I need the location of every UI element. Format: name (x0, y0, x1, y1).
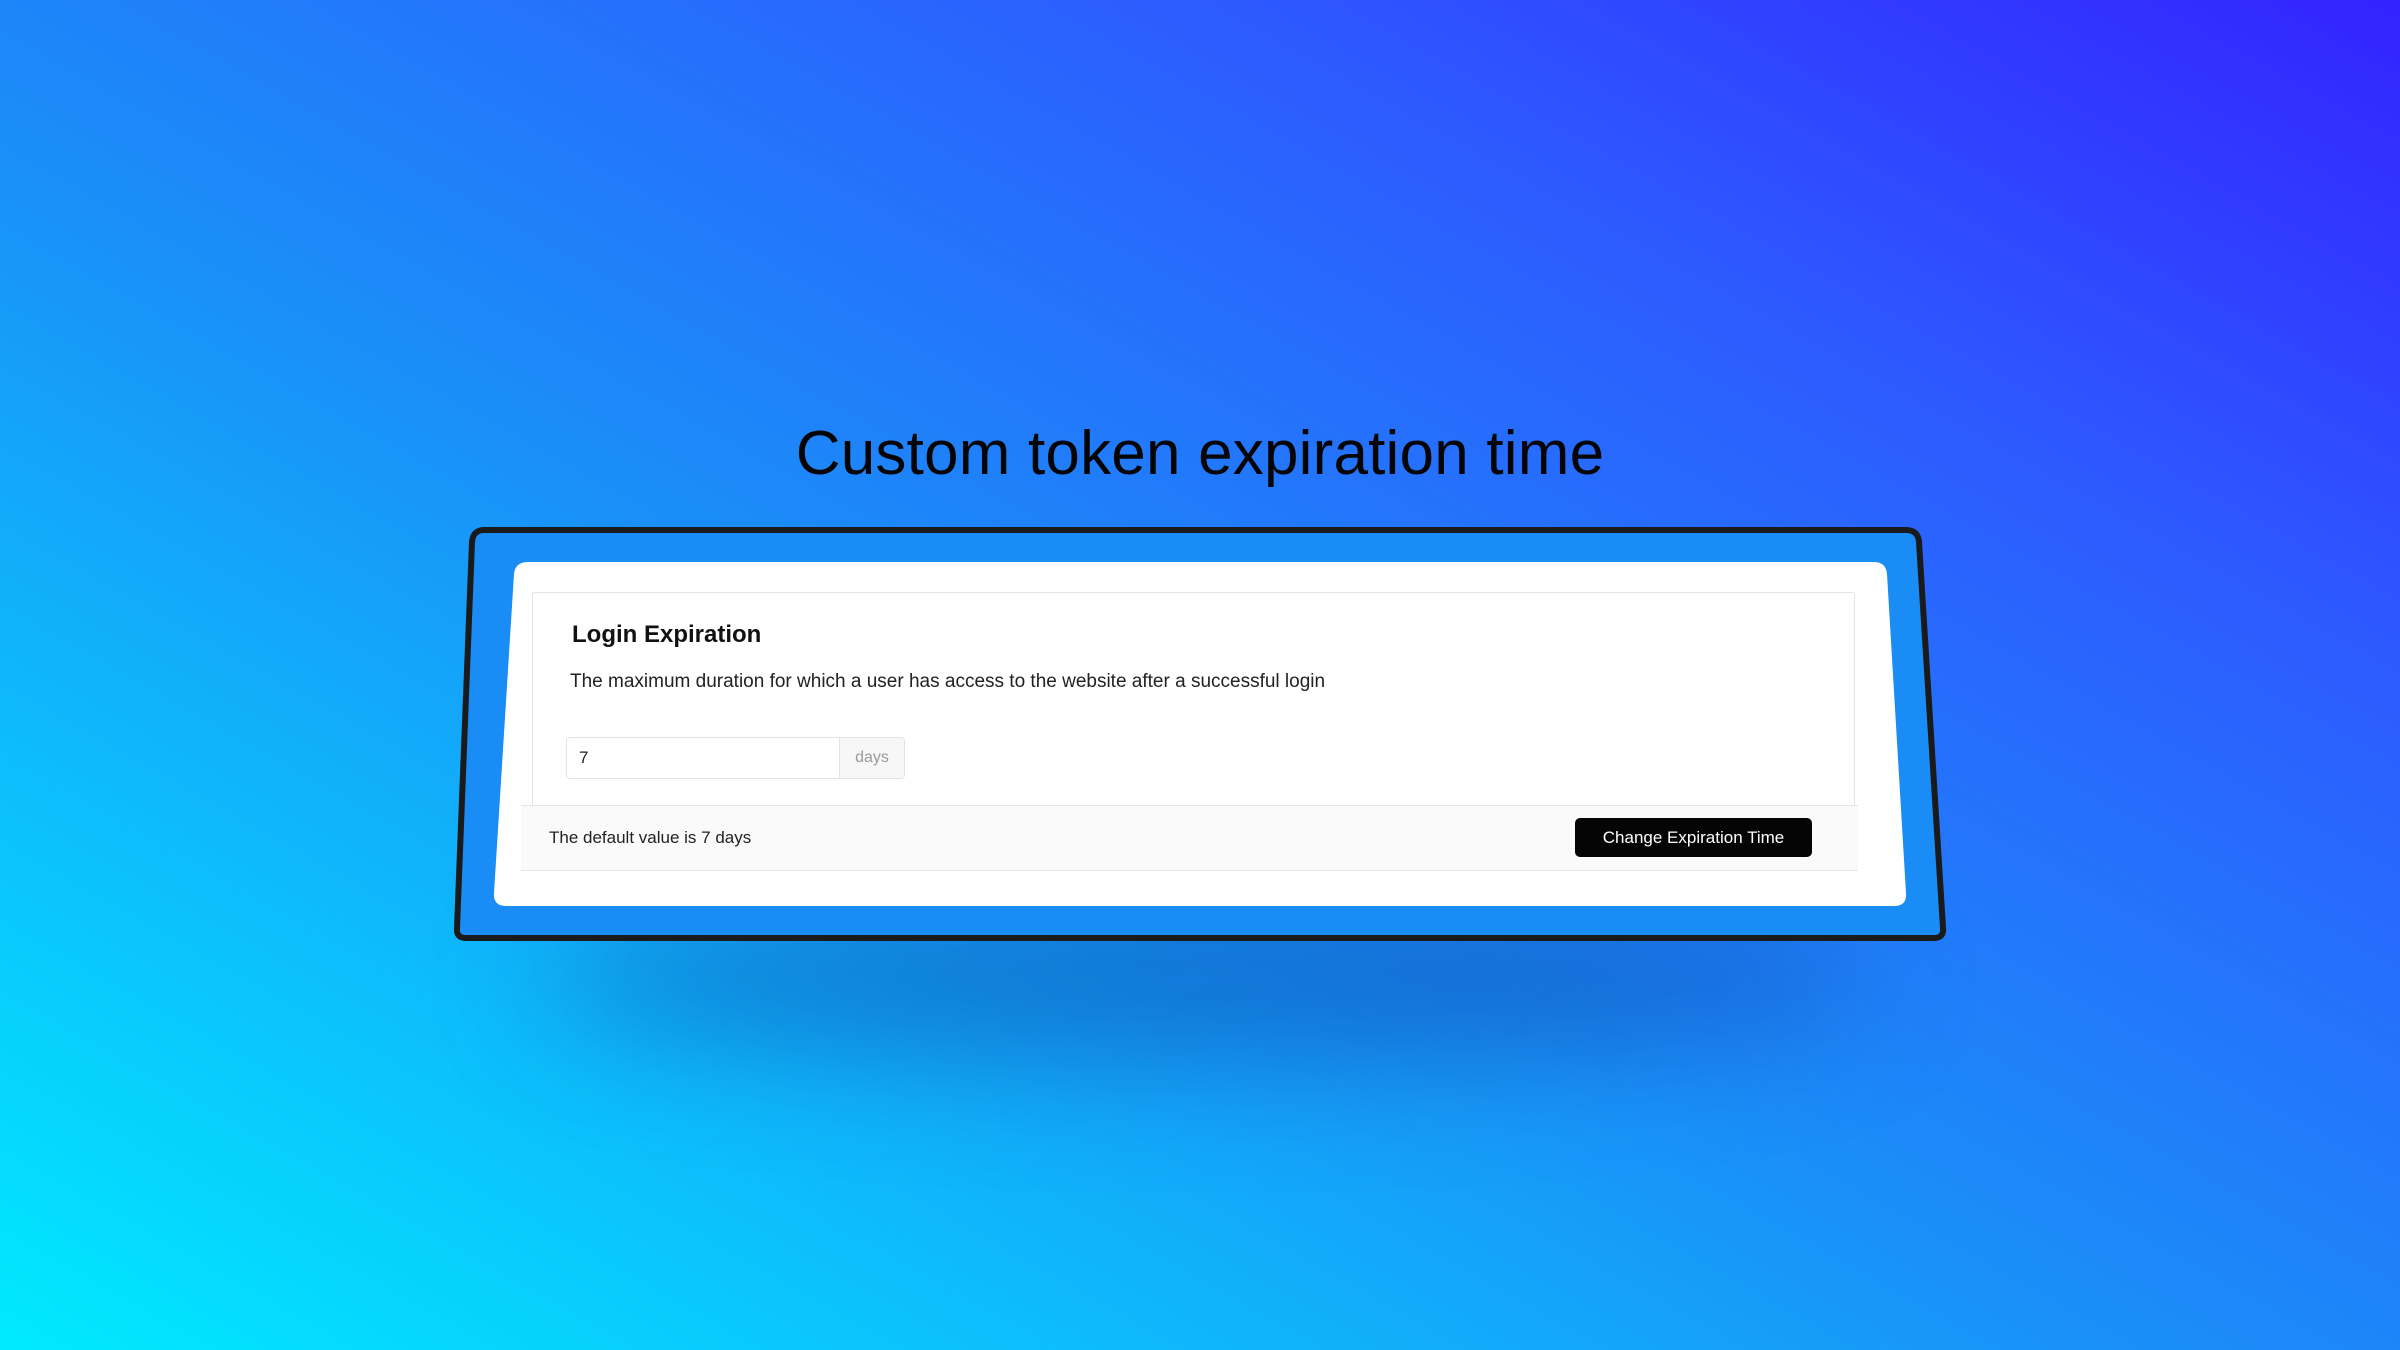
panel-description: The maximum duration for which a user ha… (570, 671, 1326, 692)
expiration-days-input[interactable] (567, 738, 839, 778)
login-expiration-panel: Login Expiration The maximum duration fo… (521, 592, 1858, 871)
change-expiration-time-button[interactable]: Change Expiration Time (1575, 818, 1812, 857)
panel-title: Login Expiration (572, 621, 762, 648)
drop-shadow (540, 900, 1870, 1060)
days-unit-label: days (839, 738, 904, 778)
expiration-duration-field: days (566, 737, 905, 779)
panel-footer: The default value is 7 days Change Expir… (521, 805, 1858, 871)
default-value-note: The default value is 7 days (549, 828, 752, 847)
page-headline: Custom token expiration time (795, 419, 1605, 488)
